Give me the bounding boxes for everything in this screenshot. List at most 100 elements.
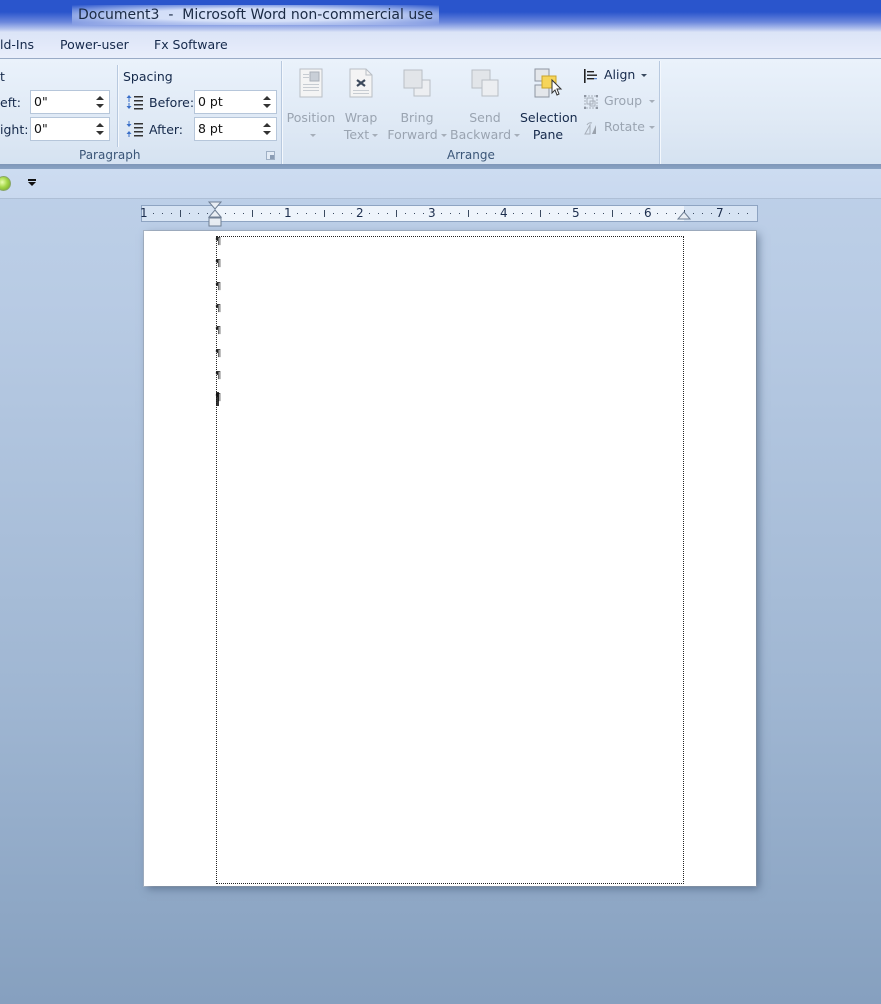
indent-left-label: eft: xyxy=(0,95,21,110)
indent-right-value: 0" xyxy=(34,121,48,136)
ruler-dot xyxy=(441,213,442,214)
send-backward-button[interactable]: Send Backward xyxy=(450,61,521,145)
customize-toolbar-dropdown-icon[interactable] xyxy=(27,179,37,189)
ruler-dot xyxy=(333,213,334,214)
spin-down-icon[interactable] xyxy=(96,131,104,135)
wrap-text-label-1: Wrap xyxy=(344,110,378,125)
spin-up-icon[interactable] xyxy=(263,123,271,127)
document-page[interactable]: ¶¶¶¶¶¶¶¶ xyxy=(144,231,756,886)
chevron-down-icon xyxy=(440,134,447,137)
align-button[interactable]: Align xyxy=(583,66,653,86)
spin-down-icon[interactable] xyxy=(263,131,271,135)
indent-markers[interactable] xyxy=(208,201,222,228)
paragraph-mark[interactable]: ¶ xyxy=(215,325,221,336)
spacing-header: Spacing xyxy=(123,69,173,84)
paragraph-mark[interactable]: ¶ xyxy=(215,281,221,292)
ruler-number: 2 xyxy=(356,206,364,220)
ruler-number: 4 xyxy=(500,206,508,220)
ruler-dot xyxy=(405,213,406,214)
ruler-dot xyxy=(675,213,676,214)
tab-fx-software[interactable]: Fx Software xyxy=(154,37,228,52)
paragraph-dialog-launcher-icon[interactable] xyxy=(266,151,275,160)
ruler-dot xyxy=(522,213,523,214)
ruler-dot xyxy=(342,213,343,214)
send-backward-icon xyxy=(471,69,499,97)
selection-pane-label-1: Selection xyxy=(520,110,578,125)
wrap-text-label-2: Text xyxy=(343,127,370,142)
spin-up-icon[interactable] xyxy=(263,96,271,100)
tab-add-ins[interactable]: ld-Ins xyxy=(0,37,34,52)
right-indent-marker-icon[interactable] xyxy=(677,211,691,221)
position-icon xyxy=(299,68,323,98)
paragraph-mark[interactable]: ¶ xyxy=(215,258,221,269)
spacing-before-label: Before: xyxy=(149,95,195,110)
paragraph-mark[interactable]: ¶ xyxy=(215,370,221,381)
selection-pane-button[interactable]: Selection Pane xyxy=(520,61,578,145)
horizontal-ruler[interactable]: 1 1 2 3 4 5 6 7 xyxy=(140,205,758,222)
ruler-dot xyxy=(378,213,379,214)
spin-down-icon[interactable] xyxy=(263,104,271,108)
spacing-after-field[interactable]: 8 pt xyxy=(194,117,277,141)
ribbon-tab-row: ld-Ins Power-user Fx Software xyxy=(0,32,881,59)
text-cursor xyxy=(216,392,219,406)
paragraph-mark[interactable]: ¶ xyxy=(215,303,221,314)
bring-forward-label-2: Forward xyxy=(387,127,438,142)
ruler-dot xyxy=(387,213,388,214)
ruler-dot xyxy=(414,213,415,214)
ruler-dot xyxy=(729,213,730,214)
send-backward-label-1: Send xyxy=(469,110,501,125)
ruler-dot xyxy=(369,213,370,214)
wrap-text-button[interactable]: Wrap Text xyxy=(340,61,382,145)
ruler-dot xyxy=(270,213,271,214)
spacing-before-spinner[interactable] xyxy=(262,94,272,110)
ruler-dot xyxy=(279,213,280,214)
spacing-before-field[interactable]: 0 pt xyxy=(194,90,277,114)
indent-right-spinner[interactable] xyxy=(95,121,105,137)
tab-power-user[interactable]: Power-user xyxy=(60,37,129,52)
ruler-dot xyxy=(702,213,703,214)
ruler-dot xyxy=(198,213,199,214)
green-status-orb-icon[interactable] xyxy=(0,176,11,191)
ruler-dot xyxy=(153,213,154,214)
left-indent-icon xyxy=(208,217,222,227)
ruler-dot xyxy=(306,213,307,214)
ruler-dot xyxy=(315,213,316,214)
group-button[interactable]: Group xyxy=(583,92,655,112)
group-objects-icon xyxy=(584,95,598,109)
ruler-dot xyxy=(567,213,568,214)
ruler-dot xyxy=(495,213,496,214)
paragraph-mark[interactable]: ¶ xyxy=(215,348,221,359)
indent-header: t xyxy=(0,69,5,84)
chevron-down-icon xyxy=(641,74,647,77)
rotate-button[interactable]: Rotate xyxy=(583,118,655,138)
ruler-number: 6 xyxy=(644,206,652,220)
indent-left-spinner[interactable] xyxy=(95,94,105,110)
spin-up-icon[interactable] xyxy=(96,123,104,127)
group-separator xyxy=(281,61,282,164)
ruler-dot xyxy=(693,213,694,214)
ruler-half-tick xyxy=(180,210,181,217)
spin-up-icon[interactable] xyxy=(96,96,104,100)
indent-right-field[interactable]: 0" xyxy=(30,117,110,141)
spacing-after-spinner[interactable] xyxy=(262,121,272,137)
ruler-dot xyxy=(603,213,604,214)
spacing-after-label: After: xyxy=(149,122,184,137)
rotate-label: Rotate xyxy=(604,119,645,134)
spacing-after-value: 8 pt xyxy=(198,121,223,136)
chevron-down-icon xyxy=(649,126,655,129)
indent-left-field[interactable]: 0" xyxy=(30,90,110,114)
position-button[interactable]: Position xyxy=(285,61,337,145)
ruler-dot xyxy=(171,213,172,214)
ruler-dot xyxy=(639,213,640,214)
arrange-group-label: Arrange xyxy=(447,148,495,162)
ruler-dot xyxy=(243,213,244,214)
bring-forward-button[interactable]: Bring Forward xyxy=(386,61,448,145)
text-boundary xyxy=(216,236,684,884)
position-label: Position xyxy=(286,110,336,125)
spin-down-icon[interactable] xyxy=(96,104,104,108)
ruler-number: 7 xyxy=(716,206,724,220)
wrap-text-icon xyxy=(349,68,373,98)
ruler-number: 1 xyxy=(140,206,148,220)
paragraph-mark[interactable]: ¶ xyxy=(215,236,221,247)
rotate-icon xyxy=(584,122,596,135)
